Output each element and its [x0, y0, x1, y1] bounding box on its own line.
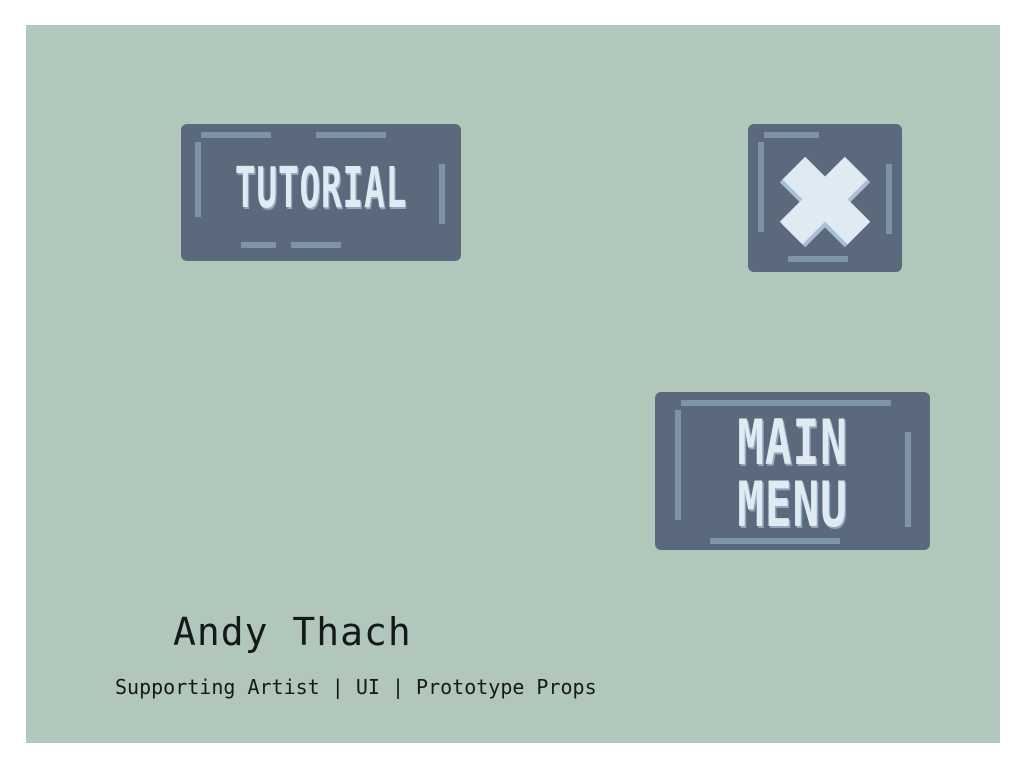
close-button[interactable] [748, 124, 902, 272]
main-menu-label-line1: MAIN [737, 406, 848, 479]
button-frame-detail [291, 242, 341, 248]
button-frame-detail [241, 242, 276, 248]
button-frame-detail [201, 132, 271, 138]
button-frame-detail [316, 132, 386, 138]
button-frame-detail [195, 142, 201, 217]
button-frame-detail [439, 164, 445, 224]
credit-name: Andy Thach [173, 610, 412, 654]
button-frame-detail [905, 432, 911, 527]
credit-role: Supporting Artist | UI | Prototype Props [115, 675, 597, 699]
close-x-icon [779, 156, 871, 248]
game-ui-panel: TUTORIAL MAIN MENU Andy Thach Supporting… [26, 25, 1000, 743]
tutorial-button[interactable]: TUTORIAL [181, 124, 461, 261]
tutorial-button-label: TUTORIAL [234, 156, 408, 221]
main-menu-button[interactable]: MAIN MENU [655, 392, 930, 550]
main-menu-label-line2: MENU [737, 468, 848, 541]
button-frame-detail [675, 410, 681, 520]
